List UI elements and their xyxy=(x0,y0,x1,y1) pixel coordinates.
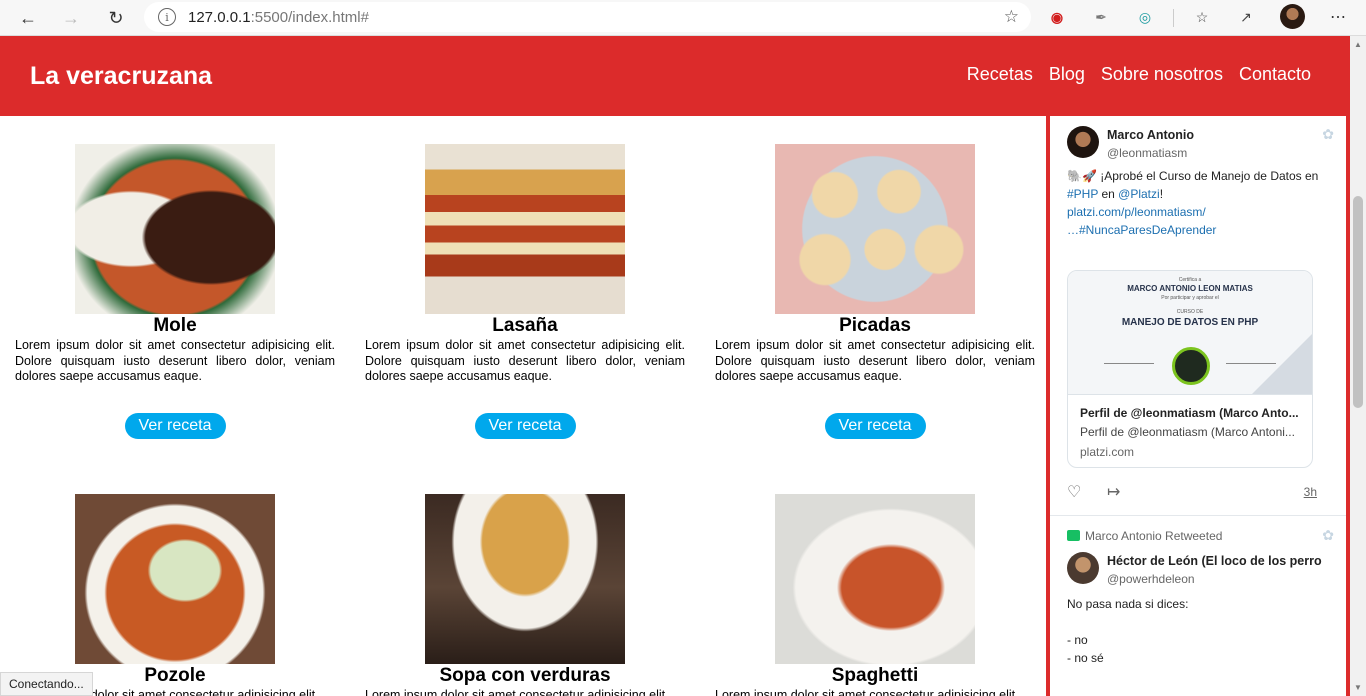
nav-link-recetas[interactable]: Recetas xyxy=(967,64,1033,85)
recipe-image-sopa-con-verduras xyxy=(425,494,625,664)
cert-top-text: Certifica a xyxy=(1178,277,1202,283)
retweet-icon xyxy=(1067,530,1080,541)
browser-toolbar: ← → ↻ i 127.0.0.1:5500/index.html# ☆ ◉ ✒… xyxy=(0,0,1366,36)
recipe-title: Spaghetti xyxy=(831,665,919,686)
recipe-image-mole xyxy=(75,144,275,314)
recipe-description: Lorem ipsum dolor sit amet consectetur a… xyxy=(365,688,669,696)
recipe-card: Pozole Lorem ipsum dolor sit amet consec… xyxy=(15,494,335,696)
profile-link[interactable]: platzi.com/p/leonmatiasm/ xyxy=(1067,205,1206,219)
cert-subtitle: Por participar y aprobar el xyxy=(1161,295,1219,301)
back-icon[interactable]: ← xyxy=(13,3,43,33)
preview-description: Perfil de @leonmatiasm (Marco Antoni... xyxy=(1080,425,1295,439)
recipe-card: Mole Lorem ipsum dolor sit amet consecte… xyxy=(15,144,335,439)
tweet-author-name[interactable]: Héctor de León (El loco de los perro xyxy=(1107,554,1322,568)
nav-link-sobre-nosotros[interactable]: Sobre nosotros xyxy=(1101,64,1223,85)
main-nav: Recetas Blog Sobre nosotros Contacto xyxy=(967,64,1311,85)
scrollbar-thumb[interactable] xyxy=(1353,196,1363,408)
opera-extension-icon[interactable]: ◉ xyxy=(1045,5,1069,29)
recipe-description: Lorem ipsum dolor sit amet consectetur a… xyxy=(365,338,685,383)
recipe-description: Lorem ipsum dolor sit amet consectetur a… xyxy=(715,338,1035,383)
toolbar-divider xyxy=(1173,9,1174,27)
cert-course: MANEJO DE DATOS EN PHP xyxy=(1121,317,1259,328)
tweet-text-line: - no xyxy=(1067,633,1088,647)
tweet-text-part: 🐘🚀 ¡Aprobé el Curso de Manejo de Datos e… xyxy=(1067,169,1319,183)
share-icon[interactable]: ↦ xyxy=(1107,482,1120,502)
scroll-up-icon[interactable]: ▲ xyxy=(1354,40,1362,49)
recipe-description: Lorem ipsum dolor sit amet consectetur a… xyxy=(715,688,1019,696)
tweet-text-line: No pasa nada si dices: xyxy=(1067,597,1189,611)
tweet-text-part: en xyxy=(1098,187,1119,201)
tweet[interactable]: Marco Antonio @leonmatiasm ✿ 🐘🚀 ¡Aprobé … xyxy=(1050,116,1346,516)
tweet-time[interactable]: 3h xyxy=(1304,485,1317,499)
recipe-image-lasana xyxy=(425,144,625,314)
signature-left xyxy=(1104,363,1154,364)
feather-extension-icon[interactable]: ✒ xyxy=(1089,5,1113,29)
nav-link-blog[interactable]: Blog xyxy=(1049,64,1085,85)
page-scrollbar[interactable]: ▲ ▼ xyxy=(1350,36,1366,696)
tweet-author-handle[interactable]: @powerhdeleon xyxy=(1107,572,1195,586)
view-recipe-button[interactable]: Ver receta xyxy=(474,412,576,439)
like-icon[interactable]: ♡ xyxy=(1067,482,1081,502)
recipe-image-pozole xyxy=(75,494,275,664)
recipe-card: Lasaña Lorem ipsum dolor sit amet consec… xyxy=(365,144,685,439)
site-header: La veracruzana Recetas Blog Sobre nosotr… xyxy=(0,36,1350,116)
tweet-text: No pasa nada si dices: - no - no sé xyxy=(1067,595,1322,667)
tweet-text: 🐘🚀 ¡Aprobé el Curso de Manejo de Datos e… xyxy=(1067,167,1322,239)
more-options-icon[interactable]: ⋯ xyxy=(1326,5,1350,29)
recipe-card: Picadas Lorem ipsum dolor sit amet conse… xyxy=(715,144,1035,439)
cert-name: MARCO ANTONIO LEON MATIAS xyxy=(1127,284,1253,293)
profile-avatar[interactable] xyxy=(1280,4,1305,29)
reload-icon[interactable]: ↻ xyxy=(101,3,131,33)
cert-corner-decoration xyxy=(1252,334,1312,394)
recipe-card: Sopa con verduras Lorem ipsum dolor sit … xyxy=(365,494,685,696)
info-icon[interactable]: i xyxy=(158,8,176,26)
hashtag-link[interactable]: #PHP xyxy=(1067,187,1098,201)
recipe-title: Sopa con verduras xyxy=(439,665,611,686)
forward-icon[interactable]: → xyxy=(56,3,86,33)
share-icon[interactable]: ↗ xyxy=(1234,5,1258,29)
tweet-author-name[interactable]: Marco Antonio xyxy=(1107,128,1194,142)
retweet-label[interactable]: Marco Antonio Retweeted xyxy=(1085,529,1222,543)
target-extension-icon[interactable]: ◎ xyxy=(1133,5,1157,29)
certificate-image: Certifica a MARCO ANTONIO LEON MATIAS Po… xyxy=(1068,271,1312,395)
hashtag-link[interactable]: …#NuncaParesDeAprender xyxy=(1067,223,1216,237)
scroll-down-icon[interactable]: ▼ xyxy=(1354,683,1362,692)
tweet-author-avatar[interactable] xyxy=(1067,552,1099,584)
tweet-author-handle[interactable]: @leonmatiasm xyxy=(1107,146,1187,160)
nav-link-contacto[interactable]: Contacto xyxy=(1239,64,1311,85)
twitter-timeline[interactable]: Marco Antonio @leonmatiasm ✿ 🐘🚀 ¡Aprobé … xyxy=(1046,116,1350,696)
preview-domain: platzi.com xyxy=(1080,445,1135,459)
twitter-bird-icon[interactable]: ✿ xyxy=(1322,527,1334,544)
recipe-image-picadas xyxy=(775,144,975,314)
view-recipe-button[interactable]: Ver receta xyxy=(824,412,926,439)
url-path: :5500/index.html# xyxy=(250,8,369,26)
tweet[interactable]: Marco Antonio Retweeted ✿ Héctor de León… xyxy=(1050,516,1346,696)
recipe-card: Spaghetti Lorem ipsum dolor sit amet con… xyxy=(715,494,1035,696)
recipe-title: Mole xyxy=(153,315,197,336)
recipes-grid: Mole Lorem ipsum dolor sit amet consecte… xyxy=(0,116,1046,696)
link-preview-card[interactable]: Certifica a MARCO ANTONIO LEON MATIAS Po… xyxy=(1067,270,1313,468)
view-recipe-button[interactable]: Ver receta xyxy=(124,412,226,439)
recipe-title: Picadas xyxy=(839,315,911,336)
address-bar[interactable]: i 127.0.0.1:5500/index.html# ☆ xyxy=(144,2,1031,32)
recipe-title: Lasaña xyxy=(492,315,558,336)
php-badge-icon xyxy=(1172,347,1210,385)
tweet-author-avatar[interactable] xyxy=(1067,126,1099,158)
recipe-description: Lorem ipsum dolor sit amet consectetur a… xyxy=(15,338,335,383)
tweet-text-line: - no sé xyxy=(1067,651,1104,665)
favorite-add-icon[interactable]: ☆ xyxy=(1004,7,1019,27)
site-brand[interactable]: La veracruzana xyxy=(30,62,212,91)
twitter-bird-icon[interactable]: ✿ xyxy=(1322,126,1334,143)
preview-title: Perfil de @leonmatiasm (Marco Anto... xyxy=(1080,406,1299,420)
url-host: 127.0.0.1 xyxy=(188,8,251,26)
tweet-text-part: ! xyxy=(1159,187,1164,201)
favorites-icon[interactable]: ☆ xyxy=(1190,5,1214,29)
recipe-image-spaghetti xyxy=(775,494,975,664)
mention-link[interactable]: @Platzi xyxy=(1118,187,1160,201)
browser-status-bubble: Conectando... xyxy=(0,672,93,696)
cert-course-label: CURSO DE xyxy=(1176,309,1204,315)
